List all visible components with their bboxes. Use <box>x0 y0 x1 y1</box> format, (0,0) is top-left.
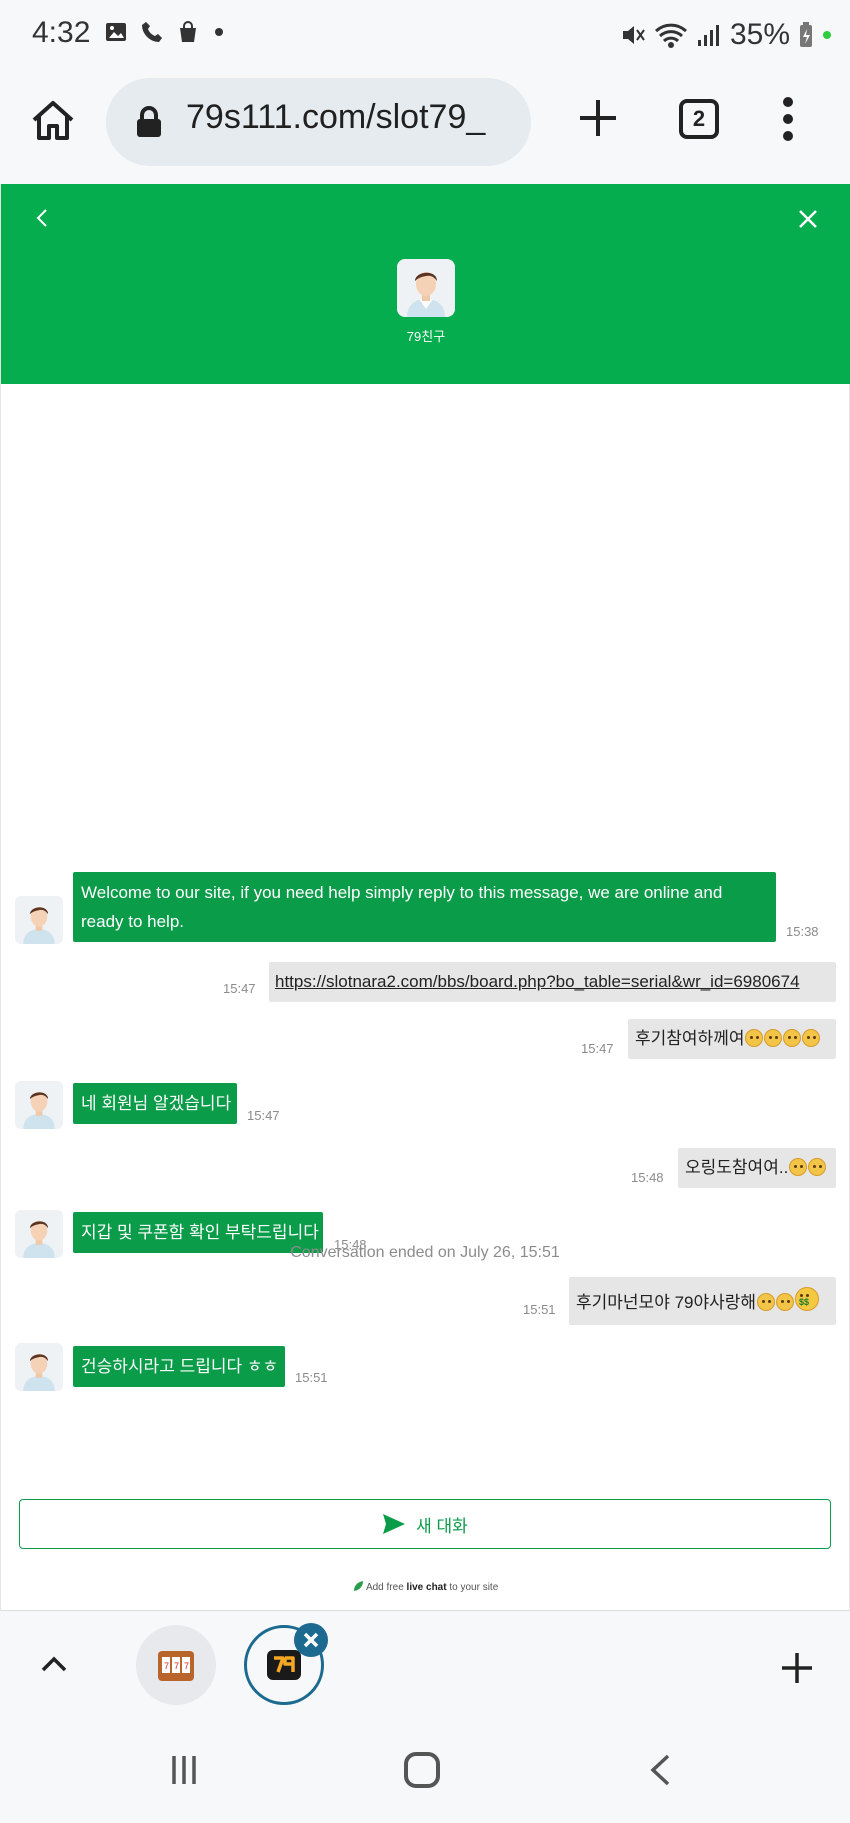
new-chat-label: 새 대화 <box>416 1516 468 1536</box>
powered-bold: live chat <box>406 1582 447 1593</box>
add-tab-icon[interactable] <box>780 1651 814 1685</box>
home-icon[interactable] <box>30 98 76 144</box>
status-time: 4:32 <box>32 16 91 49</box>
close-icon[interactable] <box>797 208 819 230</box>
svg-text:7: 7 <box>164 1661 169 1671</box>
new-chat-button[interactable]: 새 대화 <box>19 1499 831 1549</box>
message-bubble: 오링도참여여.. <box>678 1148 836 1188</box>
message-time: 15:47 <box>223 981 256 996</box>
system-icons: 35% <box>620 18 832 52</box>
back-icon[interactable] <box>31 206 55 230</box>
pleading-face-icon <box>808 1158 827 1176</box>
back-icon[interactable] <box>648 1752 672 1788</box>
battery-percentage: 35% <box>729 18 790 51</box>
mute-icon <box>622 26 645 44</box>
phone-icon <box>142 22 162 42</box>
slot-machine-icon: 777 <box>158 1651 194 1681</box>
message-bubble: 후기참여하께여 <box>628 1019 836 1059</box>
message-time: 15:51 <box>523 1302 556 1317</box>
message-text: 후기참여하께여 <box>635 1029 745 1048</box>
message-bubble: 네 회원님 알겠습니다 <box>73 1083 237 1124</box>
tab-thumbnail-slot-machine[interactable]: 777 <box>136 1625 216 1705</box>
chevron-up-icon[interactable] <box>40 1651 68 1679</box>
person-icon <box>407 272 445 317</box>
powered-by[interactable]: Add free live chat to your site <box>0 1580 850 1593</box>
message-bubble: 건승하시라고 드립니다 ㅎㅎ <box>73 1346 285 1387</box>
leaf-icon <box>353 1581 363 1591</box>
pleading-face-icon <box>745 1029 764 1047</box>
message-text: 오링도참여여.. <box>685 1158 789 1177</box>
powered-prefix: Add free <box>365 1582 407 1593</box>
camera-active-dot-icon <box>823 31 831 39</box>
message-time: 15:51 <box>295 1370 328 1385</box>
recent-apps-icon[interactable] <box>168 1754 200 1786</box>
pleading-face-icon <box>789 1158 808 1176</box>
gallery-icon <box>106 23 126 41</box>
person-icon <box>23 1091 55 1129</box>
browser-toolbar: 79s111.com/slot79_ 2 <box>0 72 850 184</box>
signal-icon <box>697 25 719 46</box>
message-bubble: Welcome to our site, if you need help si… <box>73 872 776 942</box>
pleading-face-icon <box>764 1029 783 1047</box>
money-mouth-face-icon <box>795 1287 820 1314</box>
tab-strip: 777 <box>0 1610 850 1718</box>
home-button[interactable] <box>404 1752 440 1788</box>
wifi-icon <box>654 23 687 48</box>
agent-avatar <box>15 1081 63 1129</box>
battery-charging-icon <box>800 22 812 47</box>
shopping-bag-icon <box>180 21 196 42</box>
message-link[interactable]: https://slotnara2.com/bbs/board.php?bo_t… <box>275 972 800 991</box>
send-icon <box>383 1514 406 1534</box>
chat-widget: 79친구 Welcome to our site, if you need he… <box>0 184 850 1610</box>
system-nav-bar <box>0 1718 850 1823</box>
message-bubble: 후기마넌모야 79야사랑해 <box>569 1277 836 1325</box>
lock-icon <box>137 106 161 137</box>
agent-avatar <box>397 259 455 317</box>
pleading-face-icon <box>776 1293 795 1311</box>
agent-name: 79친구 <box>406 329 446 344</box>
svg-text:7: 7 <box>184 1661 189 1671</box>
notification-icons <box>104 20 226 44</box>
agent-avatar <box>15 896 63 944</box>
message-time: 15:47 <box>247 1108 280 1123</box>
message-bubble: https://slotnara2.com/bbs/board.php?bo_t… <box>269 962 836 1002</box>
powered-suffix: to your site <box>446 1582 499 1593</box>
pleading-face-icon <box>757 1293 776 1311</box>
message-text: 후기마넌모야 79야사랑해 <box>576 1293 757 1312</box>
dot-icon <box>215 28 223 36</box>
person-icon <box>23 1353 55 1391</box>
message-time: 15:38 <box>786 924 819 939</box>
status-bar: 4:32 35% <box>0 0 850 72</box>
more-options-icon[interactable] <box>778 96 798 142</box>
conversation-ended-text: Conversation ended on July 26, 15:51 <box>290 1244 560 1261</box>
url-text: 79s111.com/slot79_ <box>186 98 486 136</box>
tab-switcher-button[interactable]: 2 <box>679 99 719 139</box>
svg-text:7: 7 <box>174 1661 179 1671</box>
message-list: Welcome to our site, if you need help si… <box>1 384 850 1610</box>
chat-header: 79친구 <box>1 184 850 384</box>
person-icon <box>23 906 55 944</box>
message-time: 15:47 <box>581 1041 614 1056</box>
close-icon <box>303 1632 319 1648</box>
new-tab-icon[interactable] <box>578 98 618 138</box>
pleading-face-icon <box>783 1029 802 1047</box>
close-tab-button[interactable] <box>294 1623 328 1657</box>
pleading-face-icon <box>802 1029 821 1047</box>
address-bar[interactable]: 79s111.com/slot79_ <box>106 78 531 166</box>
message-time: 15:48 <box>631 1170 664 1185</box>
agent-avatar <box>15 1343 63 1391</box>
